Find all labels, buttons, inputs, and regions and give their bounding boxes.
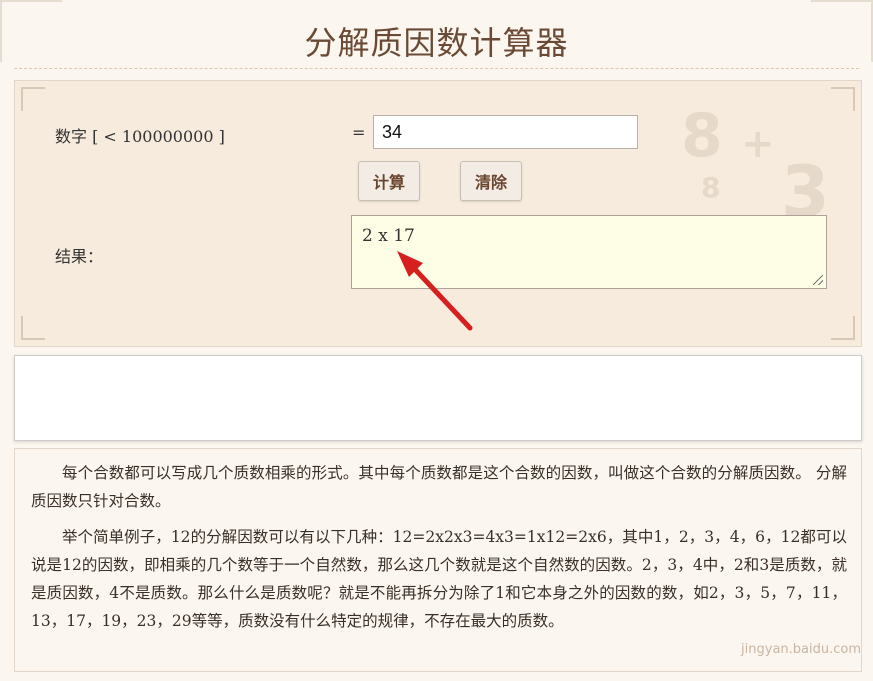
description-paragraph: 举个简单例子，12的分解因数可以有以下几种：12=2x2x3=4x3=1x12=… — [31, 528, 847, 630]
result-value: 2 x 17 — [362, 226, 415, 246]
clear-button[interactable]: 清除 — [460, 161, 522, 201]
page-title: 分解质因数计算器 — [304, 24, 569, 62]
result-textarea[interactable]: 2 x 17 — [351, 215, 827, 289]
number-input[interactable] — [373, 115, 638, 149]
title-divider — [14, 68, 859, 69]
resize-grip-icon[interactable] — [813, 275, 823, 285]
description-section: 每个合数都可以写成几个质数相乘的形式。其中每个质数都是这个合数的因数，叫做这个合… — [14, 448, 862, 672]
panel-corner-ornament — [831, 87, 855, 111]
decorative-numbers-background: 8 + 3 8 9 × — [651, 101, 830, 269]
watermark: jingyan.baidu.com — [741, 642, 861, 657]
panel-corner-ornament — [21, 316, 45, 340]
calculator-panel: 8 + 3 8 9 × 数字 [ < 100000000 ] = 计算 清除 结… — [14, 80, 862, 347]
result-label: 结果： — [55, 247, 104, 266]
blank-ad-box — [14, 355, 862, 441]
number-label: 数字 [ < 100000000 ] — [55, 127, 225, 146]
equals-sign: = — [352, 123, 366, 142]
panel-corner-ornament — [831, 316, 855, 340]
panel-corner-ornament — [21, 87, 45, 111]
calculate-button[interactable]: 计算 — [358, 161, 420, 201]
description-paragraph: 每个合数都可以写成几个质数相乘的形式。其中每个质数都是这个合数的因数，叫做这个合… — [31, 464, 847, 510]
